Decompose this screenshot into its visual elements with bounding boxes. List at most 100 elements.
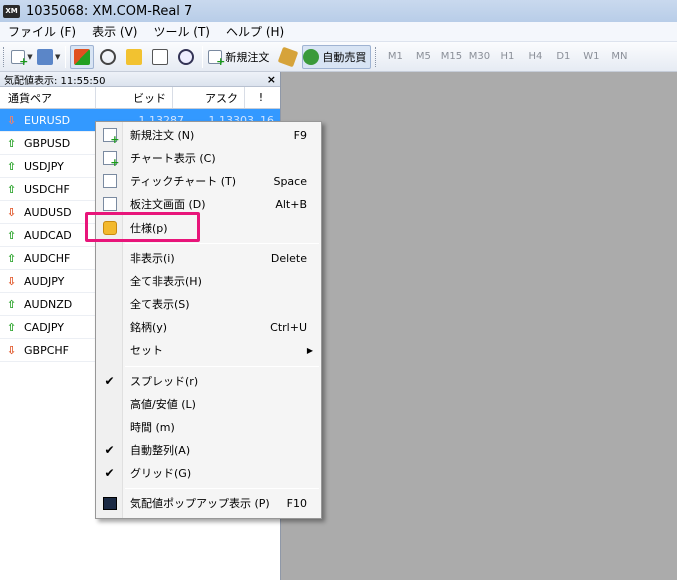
depth-of-market-icon [96,197,123,211]
menu-item[interactable]: 新規注文 (N) F9 [96,124,321,146]
arrow-down-icon: ⇩ [7,205,17,219]
menu-item[interactable]: ティックチャート (T) Space [96,170,321,192]
symbol-name: GBPUSD [24,136,71,150]
new-order-icon [208,49,225,68]
menu-item[interactable]: ✔ スプレッド(r) [96,370,321,392]
menu-view[interactable]: 表示 (V) [84,23,145,40]
new-order-label: 新規注文 [225,50,270,64]
arrow-down-icon: ⇩ [7,343,17,357]
magnifier-icon [178,48,195,65]
panel-header: 気配値表示: 11:55:50 × [0,72,280,87]
arrow-up-icon: ⇧ [7,228,17,242]
menu-help[interactable]: ヘルプ (H) [218,23,292,40]
arrow-up-icon: ⇧ [7,320,17,334]
timeframe-m5[interactable]: M5 [409,51,437,62]
menu-item-label: 気配値ポップアップ表示 (P) [130,497,270,510]
terminal-icon [152,48,169,65]
menu-item-label: スプレッド(r) [130,375,199,388]
terminal-button[interactable] [148,45,172,69]
menu-item[interactable]: チャート表示 (C) [96,147,321,169]
toolbar-separator [202,45,204,68]
menu-item-label: 新規注文 (N) [130,129,195,142]
column-symbol[interactable]: 通貨ペア [0,87,96,108]
dropdown-arrow-icon: ▼ [55,52,61,61]
menu-item[interactable]: 銘柄(y) Ctrl+U [96,316,321,338]
symbol-name: AUDNZD [24,297,73,311]
menu-bar: ファイル (F) 表示 (V) ツール (T) ヘルプ (H) [0,22,677,42]
menu-item-shortcut: Ctrl+U [270,320,307,334]
auto-trading-button[interactable]: 自動売買 [302,44,372,69]
symbol-name: USDJPY [24,159,64,173]
menu-tools[interactable]: ツール (T) [145,23,218,40]
toolbar-grip[interactable] [3,46,6,67]
menu-item-label: ティックチャート (T) [130,175,237,188]
timeframe-h4[interactable]: H4 [521,51,549,62]
timeframe-mn[interactable]: MN [605,51,633,62]
menu-item[interactable]: ✔ 自動整列(A) [96,439,321,461]
market-watch-button[interactable] [70,44,95,69]
menu-item[interactable]: 高値/安値 (L) [96,393,321,415]
column-header-row: 通貨ペア ビッド アスク ! [0,87,280,109]
arrow-down-icon: ⇩ [7,274,17,288]
data-window-button[interactable] [96,45,120,69]
menu-item-label: チャート表示 (C) [130,152,216,165]
column-bid[interactable]: ビッド [96,87,173,108]
menu-item-shortcut: F9 [293,128,307,142]
menu-item[interactable]: セット ▶ [96,339,321,361]
arrow-up-icon: ⇧ [7,136,17,150]
symbol-name: USDCHF [24,182,70,196]
auto-trading-label: 自動売買 [322,50,367,64]
toolbar: ▼ ▼ 新規注文 自動売買 M1 M5 M15 M30 H1 H4 D1 W1 … [0,42,677,72]
menu-item[interactable]: 気配値ポップアップ表示 (P) F10 [96,492,321,514]
menu-item-label: 板注文画面 (D) [130,198,206,211]
close-icon[interactable]: × [267,73,276,86]
profiles-button[interactable]: ▼ [36,45,61,69]
chart-area[interactable] [282,72,677,580]
timeframe-w1[interactable]: W1 [577,51,605,62]
navigator-button[interactable] [122,45,146,69]
timeframe-d1[interactable]: D1 [549,51,577,62]
menu-item[interactable]: 全て表示(S) [96,293,321,315]
menu-item-shortcut: Alt+B [275,197,307,211]
menu-item[interactable]: 非表示(i) Delete [96,247,321,269]
submenu-arrow-icon: ▶ [306,345,313,355]
menu-item[interactable]: 時間 (m) [96,416,321,438]
menu-item-label: 非表示(i) [130,252,175,265]
symbol-name: EURUSD [24,113,71,127]
timeframe-h1[interactable]: H1 [493,51,521,62]
timeframe-m1[interactable]: M1 [381,51,409,62]
column-spread[interactable]: ! [245,87,277,108]
menu-separator [125,488,319,489]
profiles-icon [37,48,53,65]
crosshair-icon [100,48,117,65]
menu-item-label: グリッド(G) [130,467,192,480]
metaeditor-button[interactable] [276,45,300,69]
title-bar: XM 1035068: XM.COM-Real 7 [0,0,677,22]
chart-window-icon [96,151,123,169]
toolbar-separator [65,45,67,68]
tick-chart-icon [96,174,123,188]
toolbar-grip[interactable] [375,46,378,67]
menu-item[interactable]: ✔ グリッド(G) [96,462,321,484]
menu-separator [125,243,319,244]
checkmark-icon: ✔ [104,443,115,457]
menu-item-label: 全て非表示(H) [130,275,202,288]
timeframe-m15[interactable]: M15 [437,51,465,62]
timeframe-m30[interactable]: M30 [465,51,493,62]
menu-file[interactable]: ファイル (F) [0,23,84,40]
column-ask[interactable]: アスク [173,87,245,108]
new-order-icon-glyph [102,128,120,146]
context-menu: 新規注文 (N) F9 チャート表示 (C) ティックチャート (T) Space 板注文… [95,121,322,519]
new-chart-icon [11,49,28,68]
menu-item-shortcut: Space [273,174,307,188]
highlight-box [85,212,200,242]
new-order-button[interactable]: 新規注文 [207,45,274,69]
arrow-up-icon: ⇧ [7,251,17,265]
popup-prices-icon-glyph [102,496,117,510]
new-chart-button[interactable]: ▼ [10,45,34,69]
book-icon [278,46,299,67]
tick-chart-icon-glyph [102,174,117,188]
checkmark-icon: ✔ [104,466,115,480]
strategy-tester-button[interactable] [174,45,198,69]
menu-item[interactable]: 全て非表示(H) [96,270,321,292]
